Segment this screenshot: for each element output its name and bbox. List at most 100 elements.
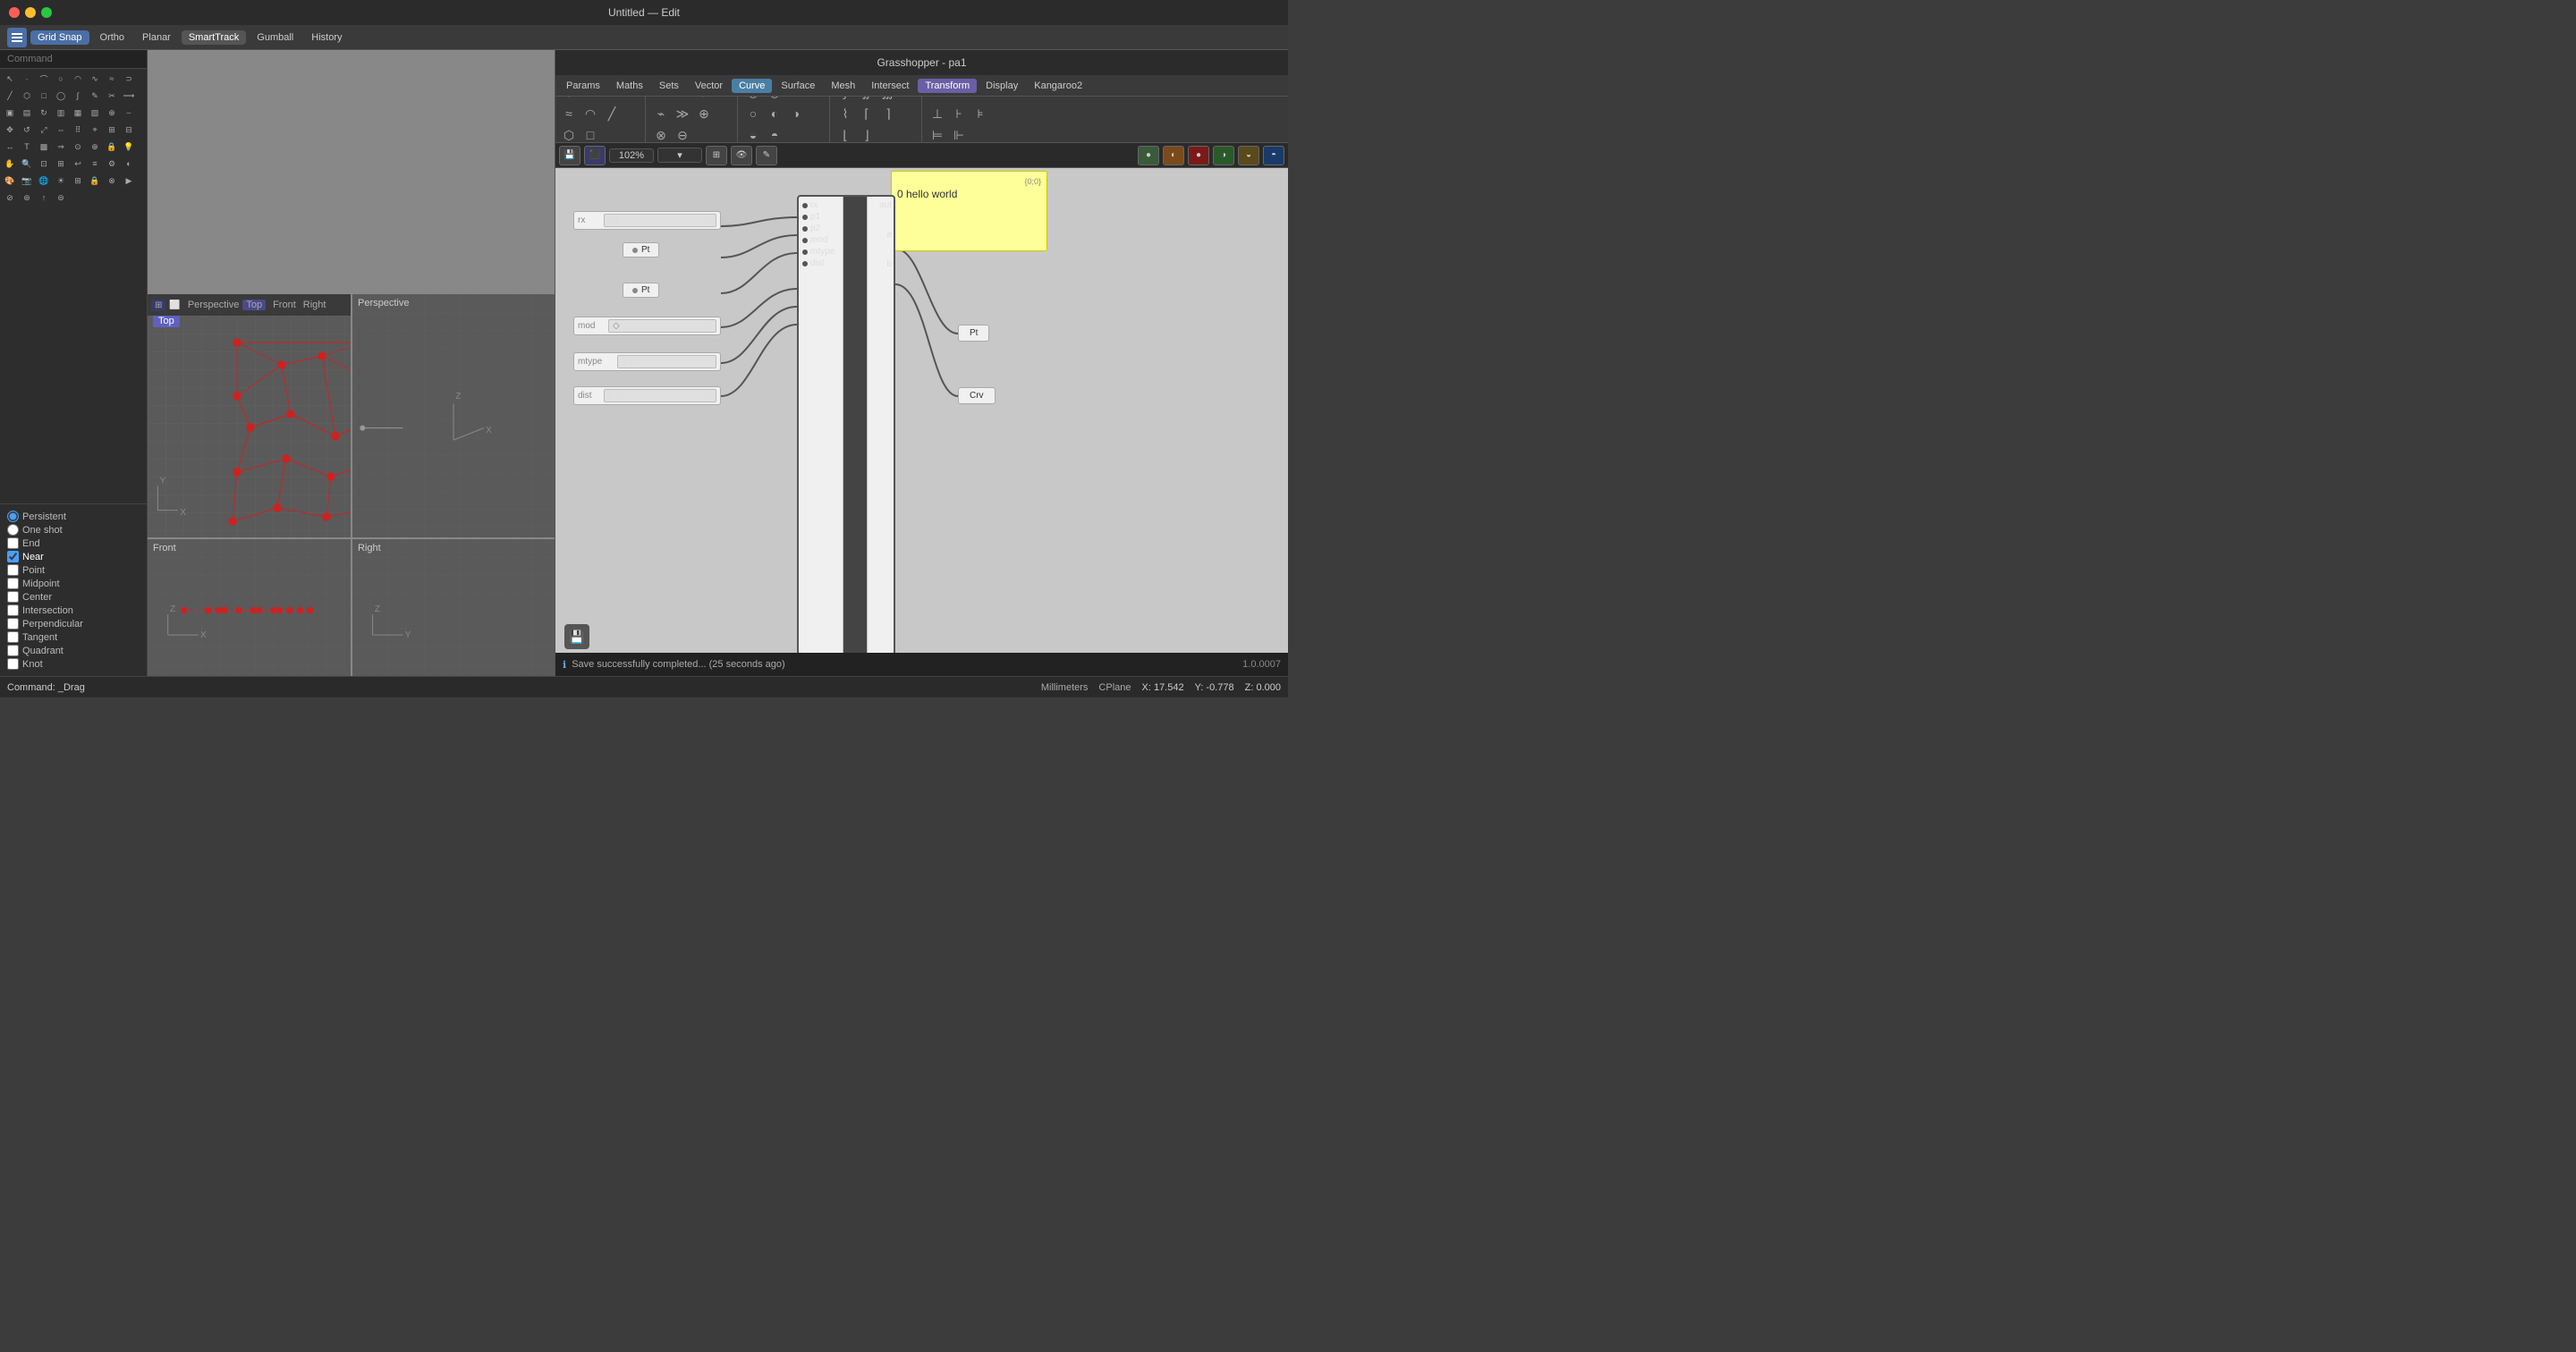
gh-tool-spl7[interactable]: ⌊ [835,125,855,143]
rect-tool[interactable]: □ [36,88,52,104]
gh-eye-btn[interactable]: 👁 [731,146,752,165]
gh-tool-curve1[interactable]: ⌒ [580,97,600,102]
loft-tool[interactable]: ▥ [53,105,69,121]
snap-tool[interactable]: ⊕ [87,139,103,155]
menu-transform[interactable]: Transform [918,79,977,93]
gh-tool-util7[interactable]: ⊨ [928,125,947,143]
gh-tool-spl5[interactable]: ⌈ [857,104,877,123]
gh-tool-util5[interactable]: ⊦ [949,104,969,123]
gh-canvas[interactable]: {0;0} 0 hello world rx 28 ◇ Pt Pt [555,168,1288,676]
gh-tool-div7[interactable]: ⊗ [651,125,671,143]
arc-tool[interactable]: ◠ [70,71,86,87]
undo-tool[interactable]: ↩ [70,156,86,172]
gh-green2-btn[interactable]: ◑ [1213,146,1234,165]
intersection-snap[interactable]: Intersection [7,604,140,617]
gh-tool-div4[interactable]: ⌁ [651,104,671,123]
gh-tool-prim4[interactable]: ○ [743,104,763,123]
perpendicular-checkbox[interactable] [7,618,19,630]
mtype-slider-node[interactable]: mtype 3 ◇ [573,352,721,371]
dist-slider-bar[interactable]: 8.11 ○ [604,389,716,402]
array-tool[interactable]: ⠿ [70,122,86,138]
menu-kangaroo[interactable]: Kangaroo2 [1027,79,1089,93]
circle-tool[interactable]: ○ [53,71,69,87]
intersection-checkbox[interactable] [7,604,19,616]
text-tool[interactable]: T [19,139,35,155]
gridsnap-button[interactable]: Grid Snap [30,30,89,45]
end-snap[interactable]: End [7,537,140,550]
viewport-top[interactable]: ⊞ ⬜ Perspective Top Front Right Top [148,294,351,537]
gh-tool-util3[interactable]: ⊤ [970,97,990,102]
lock2-tool[interactable]: 🔒 [87,173,103,189]
dist-slider-node[interactable]: dist 8.11 ○ [573,386,721,405]
menu-params[interactable]: Params [559,79,607,93]
arrow-up-tool[interactable]: ↑ [36,190,52,206]
curve-tool[interactable]: ⌒ [36,71,52,87]
dot-tool[interactable]: ⊙ [70,139,86,155]
units-display[interactable]: Millimeters [1041,682,1089,693]
gh-tool-prim7[interactable]: ◒ [743,125,763,143]
gh-tool-spl1[interactable]: ∫ [835,97,855,102]
gh-tool-arc[interactable]: ◠ [580,104,600,123]
knot-checkbox[interactable] [7,658,19,670]
point-snap[interactable]: Point [7,563,140,577]
quadrant-snap[interactable]: Quadrant [7,644,140,657]
ellipse-tool[interactable]: ◯ [53,88,69,104]
select-tool[interactable]: ↖ [2,71,18,87]
menu-maths[interactable]: Maths [609,79,650,93]
plugin-tool[interactable]: ⊗ [104,173,120,189]
viewport-perspective[interactable]: Perspective X Z [352,294,555,537]
menu-display[interactable]: Display [979,79,1025,93]
block-tool[interactable]: ⊟ [121,122,137,138]
smarttrack-button[interactable]: SmartTrack [182,30,246,45]
gumball-button[interactable]: Gumball [250,30,301,45]
gh-tool-poly[interactable]: ⬡ [559,125,579,143]
camera-tool[interactable]: 📷 [19,173,35,189]
boolean-tool[interactable]: ⊕ [104,105,120,121]
gh-tool-util4[interactable]: ⊥ [928,104,947,123]
menu-surface[interactable]: Surface [774,79,822,93]
blend-tool[interactable]: ⊃ [121,71,137,87]
menu-curve[interactable]: Curve [732,79,772,93]
cplane-display[interactable]: CPlane [1098,682,1131,693]
rx-slider-node[interactable]: rx 28 ◇ [573,211,721,230]
gh-tool-util6[interactable]: ⊧ [970,104,990,123]
point-tool[interactable]: · [19,71,35,87]
render-tool[interactable]: 🎨 [2,173,18,189]
gh-tool-util8[interactable]: ⊩ [949,125,969,143]
perpendicular-snap[interactable]: Perpendicular [7,617,140,630]
script-tool[interactable]: ▶ [121,173,137,189]
gh-save-overlay[interactable]: 💾 [564,624,589,649]
poly-tool[interactable]: ⬡ [19,88,35,104]
gh-tool-div1[interactable]: ✕ [651,97,671,102]
zoom-ext[interactable]: ⊞ [53,156,69,172]
gh-tool-spl4[interactable]: ⌇ [835,104,855,123]
viewport-right[interactable]: Right Y Z [352,538,555,676]
gh-tool-util1[interactable]: ⊢ [928,97,947,102]
persistent-option[interactable]: Persistent [7,510,140,523]
misc1-tool[interactable]: ⊘ [2,190,18,206]
extrude-tool[interactable]: ▤ [19,105,35,121]
gh-pencil-btn[interactable]: ✎ [756,146,777,165]
center-checkbox[interactable] [7,591,19,603]
sweep-tool[interactable]: ▦ [70,105,86,121]
persistent-radio[interactable] [7,511,19,522]
center-snap[interactable]: Center [7,590,140,604]
near-snap[interactable]: Near [7,550,140,563]
dim-tool[interactable]: ↔ [2,139,18,155]
gh-tool-div2[interactable]: ⊸ [673,97,692,102]
quadrant-checkbox[interactable] [7,645,19,656]
light-tool[interactable]: 💡 [121,139,137,155]
midpoint-checkbox[interactable] [7,578,19,589]
gh-tool-spl3[interactable]: ∭ [878,97,898,102]
gh-tool-prim8[interactable]: ◓ [765,125,784,143]
point-checkbox[interactable] [7,564,19,576]
gh-note-node[interactable]: {0;0} 0 hello world [891,171,1047,251]
extend-tool[interactable]: ⟶ [121,88,137,104]
gh-blue-btn[interactable]: ◓ [1263,146,1284,165]
knot-snap[interactable]: Knot [7,657,140,671]
gh-tool-curve2[interactable]: ∿ [602,97,622,102]
spline-tool[interactable]: ∫ [70,88,86,104]
midpoint-snap[interactable]: Midpoint [7,577,140,590]
grid-tool[interactable]: ⊞ [70,173,86,189]
env-tool[interactable]: 🌐 [36,173,52,189]
